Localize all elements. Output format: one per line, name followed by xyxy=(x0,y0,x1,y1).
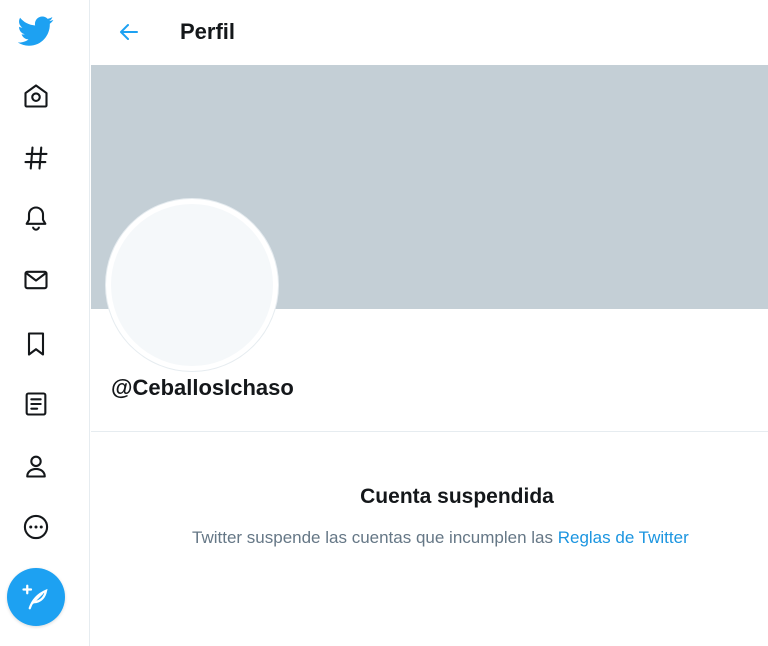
person-icon xyxy=(26,455,46,478)
more-icon xyxy=(23,514,49,540)
suspended-message-text: Twitter suspende las cuentas que incumpl… xyxy=(192,528,558,547)
profile-main: Perfil @CeballosIchaso Cuenta suspendida… xyxy=(91,0,768,646)
sidebar-nav xyxy=(0,0,90,646)
nav-profile[interactable] xyxy=(16,446,56,486)
suspended-message: Twitter suspende las cuentas que incumpl… xyxy=(192,527,689,549)
arrow-left-icon xyxy=(120,24,138,40)
twitter-rules-link[interactable]: Reglas de Twitter xyxy=(558,528,689,547)
profile-handle: @CeballosIchaso xyxy=(111,375,294,400)
suspended-title: Cuenta suspendida xyxy=(360,485,554,508)
nav-explore[interactable] xyxy=(16,138,56,178)
nav-lists[interactable] xyxy=(16,384,56,424)
home-icon xyxy=(24,84,48,108)
compose-tweet-button[interactable] xyxy=(7,568,65,626)
list-icon xyxy=(25,392,47,416)
bookmark-icon xyxy=(27,332,45,356)
twitter-bird-icon xyxy=(18,16,54,46)
profile-header: Perfil xyxy=(91,0,768,65)
feather-plus-icon xyxy=(22,584,48,610)
nav-messages[interactable] xyxy=(16,260,56,300)
bell-icon xyxy=(25,206,47,231)
mail-icon xyxy=(24,270,48,290)
nav-more[interactable] xyxy=(16,507,56,547)
divider xyxy=(91,431,768,432)
page-title: Perfil xyxy=(180,19,236,44)
avatar xyxy=(106,199,278,371)
nav-bookmarks[interactable] xyxy=(16,324,56,364)
hashtag-icon xyxy=(24,146,48,170)
nav-notifications[interactable] xyxy=(16,198,56,238)
back-button[interactable] xyxy=(113,16,145,48)
twitter-logo[interactable] xyxy=(16,11,56,51)
nav-home[interactable] xyxy=(16,76,56,116)
